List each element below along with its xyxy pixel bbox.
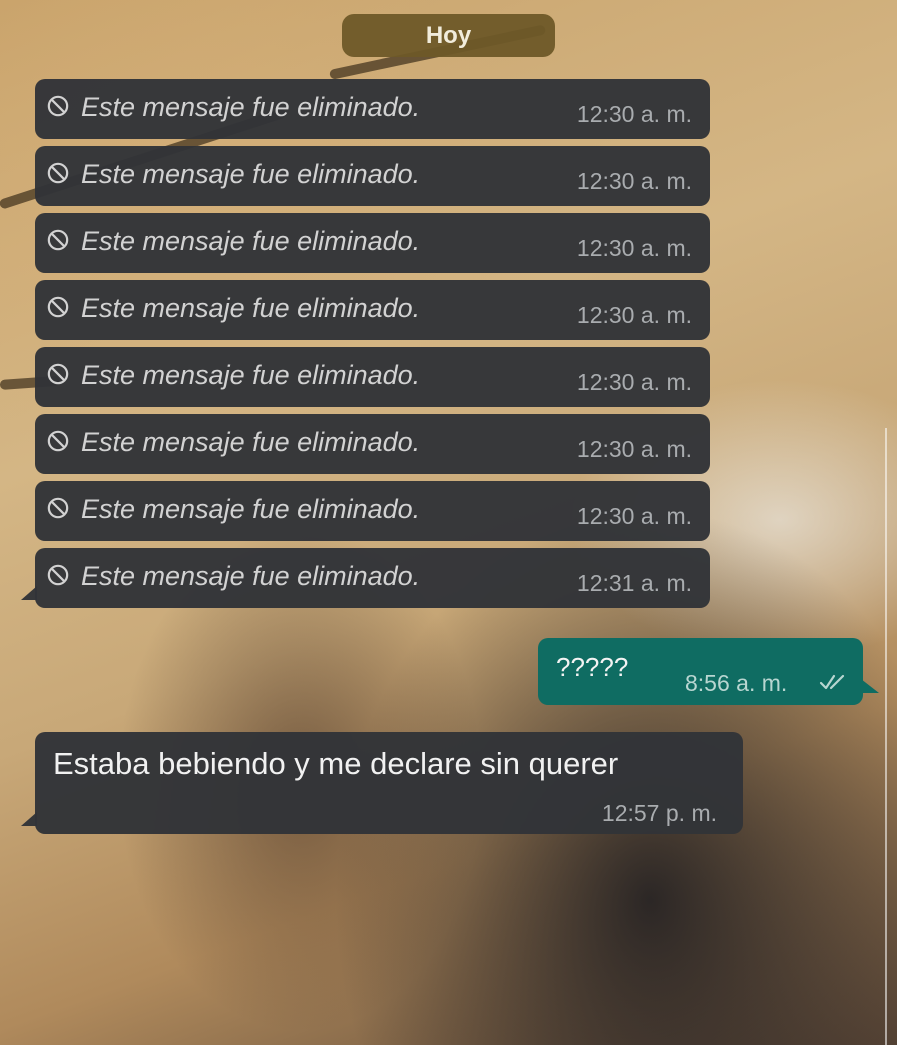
message-time: 12:57 p. m. — [601, 800, 717, 826]
deleted-message-text: Este mensaje fue eliminado. — [81, 360, 421, 390]
deleted-message-bubble[interactable]: Este mensaje fue eliminado. 12:30 a. m. — [35, 347, 710, 407]
bubble-tail — [21, 586, 37, 600]
deleted-message-text: Este mensaje fue eliminado. — [81, 561, 421, 591]
ban-icon — [47, 430, 69, 452]
double-check-icon — [819, 674, 845, 690]
deleted-message-bubble[interactable]: Este mensaje fue eliminado. 12:30 a. m. — [35, 213, 710, 273]
message-time: 12:30 a. m. — [576, 369, 692, 395]
message-time: 12:31 a. m. — [576, 570, 692, 596]
message-time: 12:30 a. m. — [576, 235, 692, 261]
message-time: 8:56 a. m. — [685, 670, 788, 696]
ban-icon — [47, 162, 69, 184]
message-time: 12:30 a. m. — [576, 436, 692, 462]
deleted-message-text: Este mensaje fue eliminado. — [81, 92, 421, 122]
scrollbar[interactable] — [885, 428, 887, 1045]
ban-icon — [47, 296, 69, 318]
ban-icon — [47, 229, 69, 251]
message-time: 12:30 a. m. — [576, 168, 692, 194]
ban-icon — [47, 564, 69, 586]
deleted-message-bubble[interactable]: Este mensaje fue eliminado. 12:30 a. m. — [35, 146, 710, 206]
deleted-message-bubble[interactable]: Este mensaje fue eliminado. 12:30 a. m. — [35, 414, 710, 474]
deleted-message-text: Este mensaje fue eliminado. — [81, 427, 421, 457]
bubble-tail — [861, 679, 879, 693]
outgoing-message-text: ????? — [556, 652, 629, 682]
deleted-message-bubble[interactable]: Este mensaje fue eliminado. 12:31 a. m. — [21, 548, 710, 608]
message-time: 12:30 a. m. — [576, 302, 692, 328]
deleted-message-text: Este mensaje fue eliminado. — [81, 226, 421, 256]
incoming-message-text: Estaba bebiendo y me declare sin querer — [53, 746, 619, 781]
deleted-message-bubble[interactable]: Este mensaje fue eliminado. 12:30 a. m. — [35, 280, 710, 340]
ban-icon — [47, 363, 69, 385]
message-time: 12:30 a. m. — [576, 503, 692, 529]
message-time: 12:30 a. m. — [576, 101, 692, 127]
deleted-message-text: Este mensaje fue eliminado. — [81, 494, 421, 524]
incoming-message-bubble[interactable]: Estaba bebiendo y me declare sin querer … — [21, 732, 743, 834]
bubble-tail — [21, 812, 37, 826]
outgoing-message-bubble[interactable]: ????? 8:56 a. m. — [538, 638, 879, 705]
deleted-message-bubble[interactable]: Este mensaje fue eliminado. 12:30 a. m. — [35, 481, 710, 541]
deleted-message-text: Este mensaje fue eliminado. — [81, 159, 421, 189]
ban-icon — [47, 497, 69, 519]
ban-icon — [47, 95, 69, 117]
deleted-message-text: Este mensaje fue eliminado. — [81, 293, 421, 323]
deleted-message-bubble[interactable]: Este mensaje fue eliminado. 12:30 a. m. — [35, 79, 710, 139]
date-separator: Hoy — [342, 14, 555, 57]
